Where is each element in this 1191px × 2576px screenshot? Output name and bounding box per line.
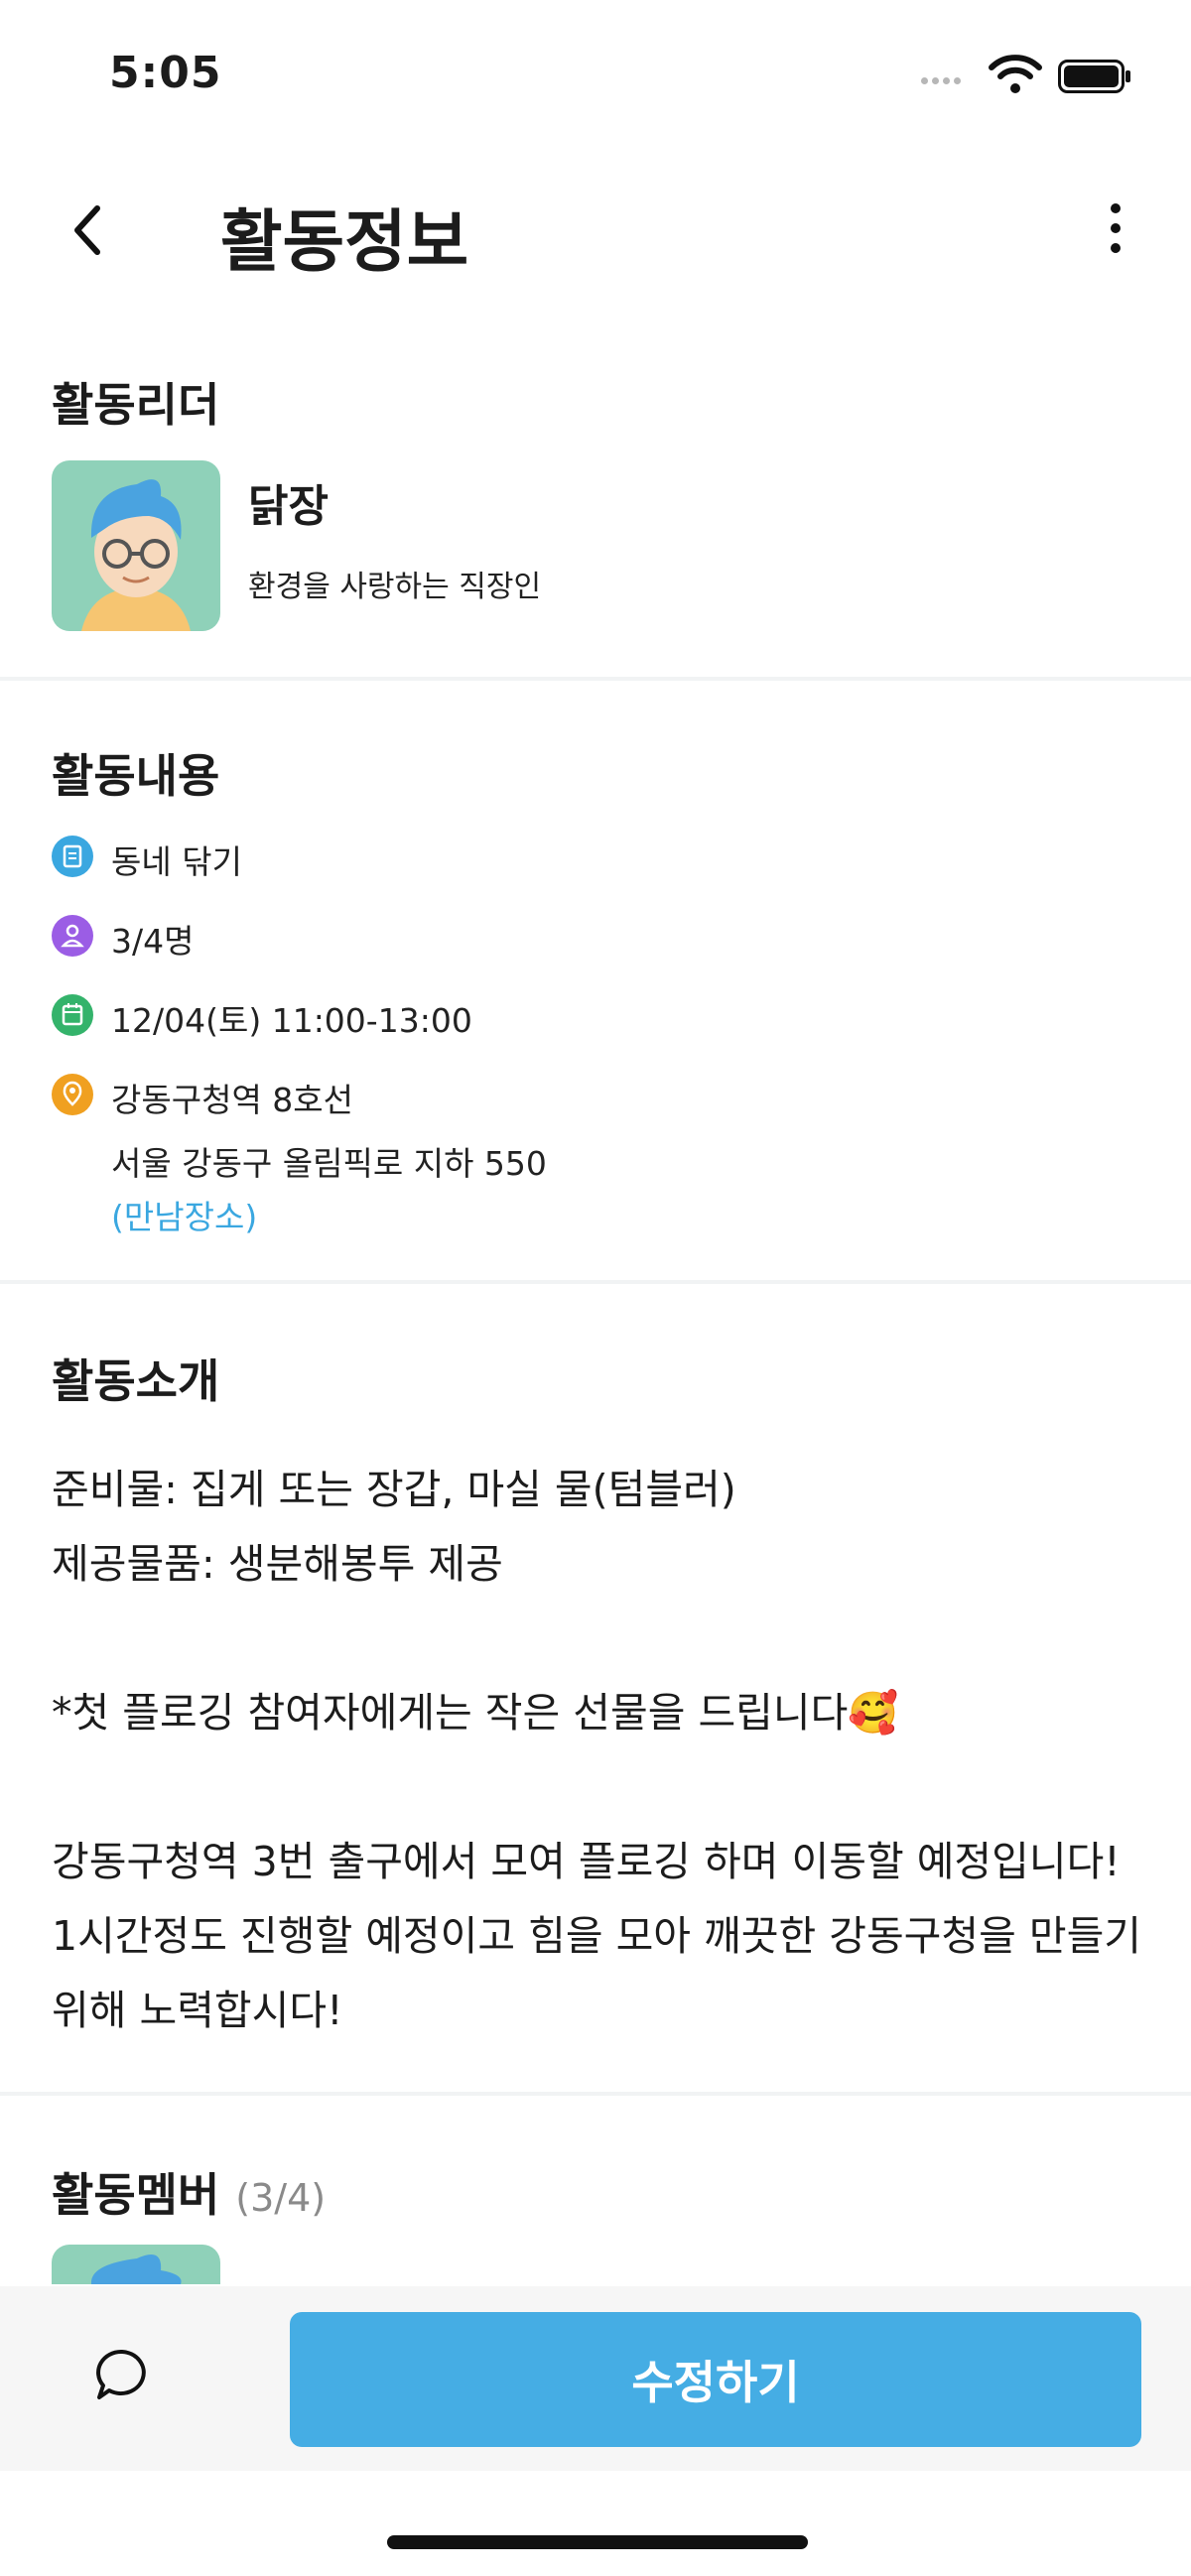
clipboard-icon xyxy=(52,836,93,877)
place-address: 서울 강동구 올림픽로 지하 550 xyxy=(111,1144,547,1183)
leader-description: 환경을 사랑하는 직장인 xyxy=(248,570,542,604)
intro-section-title: 활동소개 xyxy=(52,1354,220,1408)
battery-icon xyxy=(1058,60,1130,93)
page-title: 활동정보 xyxy=(220,203,469,282)
location-pin-icon xyxy=(52,1074,93,1115)
leader-section-title: 활동리더 xyxy=(52,378,220,432)
divider xyxy=(0,2092,1191,2096)
divider xyxy=(0,1280,1191,1284)
status-time: 5:05 xyxy=(109,48,222,98)
members-section-title: 활동멤버 (3/4) xyxy=(52,2159,326,2225)
details-section-title: 활동내용 xyxy=(52,749,220,803)
more-vertical-icon[interactable] xyxy=(1098,198,1133,258)
leader-name: 닭장 xyxy=(248,481,329,532)
person-icon xyxy=(52,915,93,957)
home-indicator xyxy=(387,2535,808,2549)
member-avatar[interactable] xyxy=(52,2245,220,2284)
activity-introduction: 준비물: 집게 또는 장갑, 마실 물(텀블러) 제공물품: 생분해봉투 제공 … xyxy=(52,1466,1142,2034)
member-count: (3/4) xyxy=(235,2176,327,2220)
participant-count: 3/4명 xyxy=(111,922,195,961)
divider xyxy=(0,677,1191,681)
activity-category: 동네 닦기 xyxy=(111,842,242,881)
chat-bubble-icon[interactable] xyxy=(91,2344,153,2405)
members-label: 활동멤버 xyxy=(52,2168,220,2222)
edit-button[interactable]: 수정하기 xyxy=(290,2312,1141,2447)
leader-avatar[interactable] xyxy=(52,460,220,631)
back-chevron-icon[interactable] xyxy=(64,198,113,262)
avatar-illustration xyxy=(81,479,191,631)
meeting-place-link[interactable]: (만남장소) xyxy=(111,1191,257,1238)
calendar-icon xyxy=(52,994,93,1036)
cellular-signal-icon xyxy=(921,69,975,85)
place-name: 강동구청역 8호선 xyxy=(111,1081,354,1119)
activity-datetime: 12/04(토) 11:00-13:00 xyxy=(111,1001,472,1040)
wifi-icon xyxy=(989,55,1042,93)
